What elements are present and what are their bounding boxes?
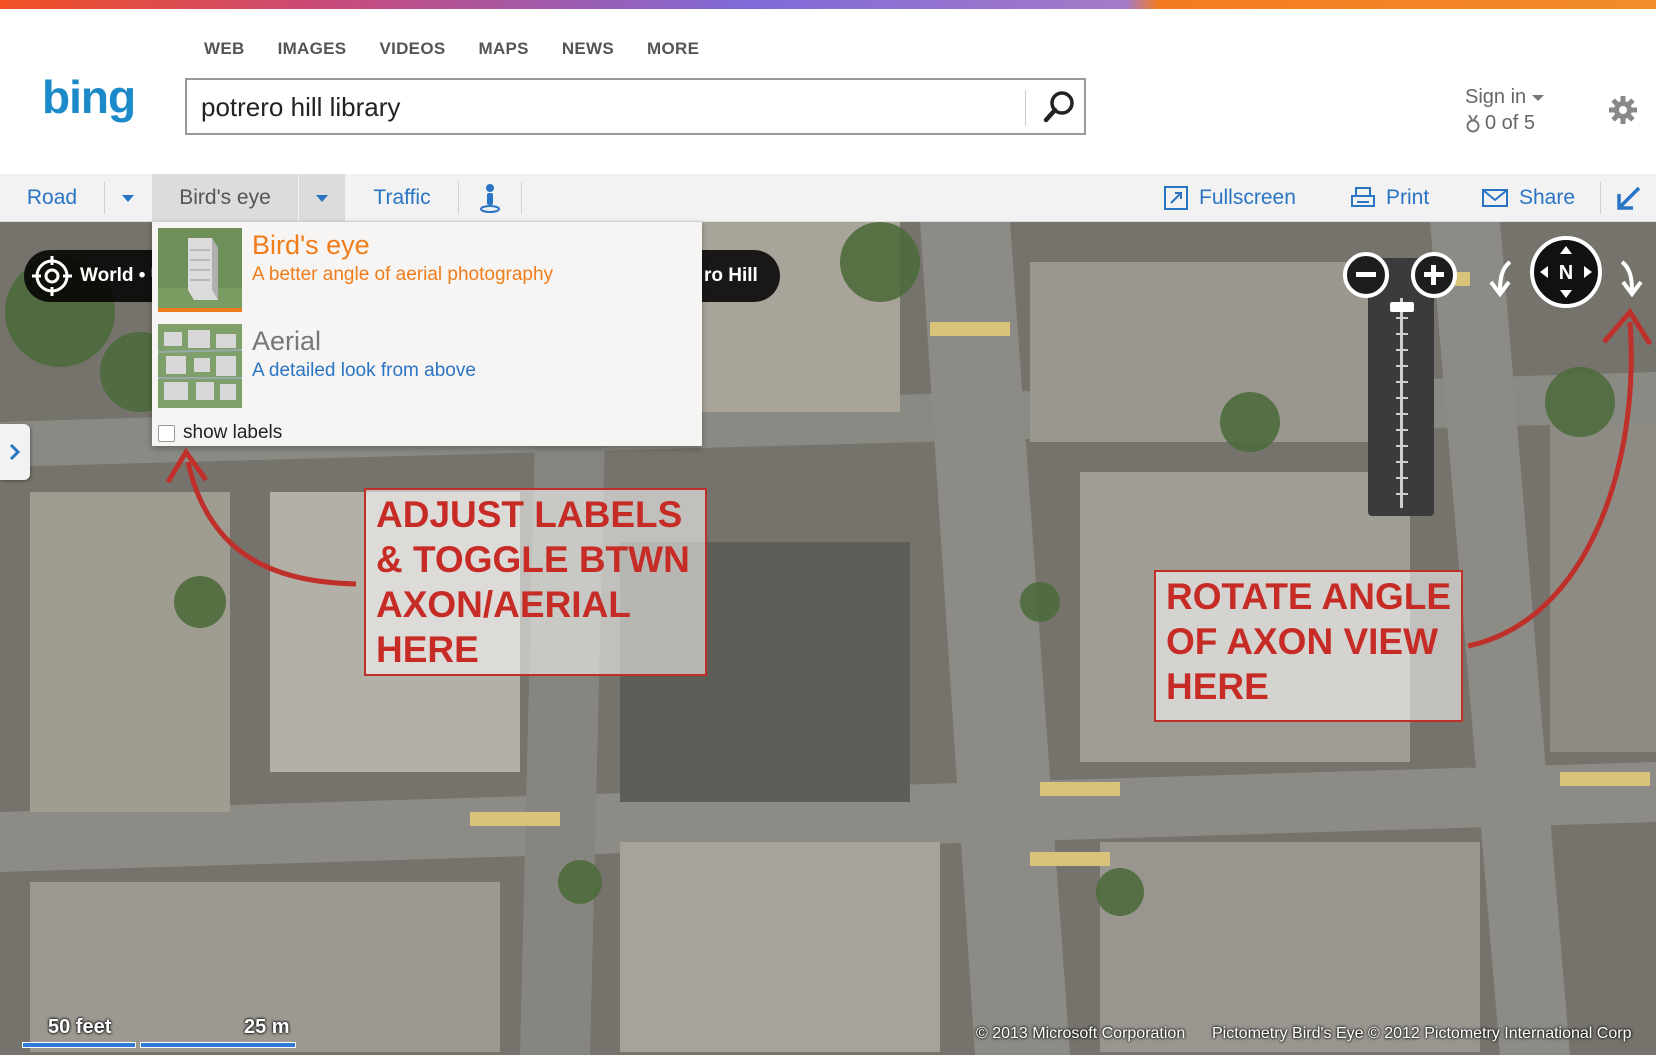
annotation-right-text: ROTATE ANGLE OF AXON VIEW HERE <box>1166 576 1452 707</box>
scale-feet-bar <box>22 1042 136 1048</box>
copyright-pictometry: Pictometry Bird's Eye © 2012 Pictometry … <box>1212 1025 1632 1042</box>
annotation-left-text: ADJUST LABELS & TOGGLE BTWN AXON/AERIAL … <box>376 494 690 670</box>
copyright-microsoft: © 2013 Microsoft Corporation <box>976 1025 1186 1042</box>
browser-page: WEB IMAGES VIDEOS MAPS NEWS MORE bing Si… <box>0 0 1656 1055</box>
scale-meters-label: 25 m <box>244 1016 290 1038</box>
annotation-arrows <box>165 307 1653 649</box>
annotation-left: ADJUST LABELS & TOGGLE BTWN AXON/AERIAL … <box>364 488 707 676</box>
scale-feet-label: 50 feet <box>48 1016 112 1038</box>
annotation-right: ROTATE ANGLE OF AXON VIEW HERE <box>1154 570 1463 722</box>
scale-meters-bar <box>140 1042 296 1048</box>
